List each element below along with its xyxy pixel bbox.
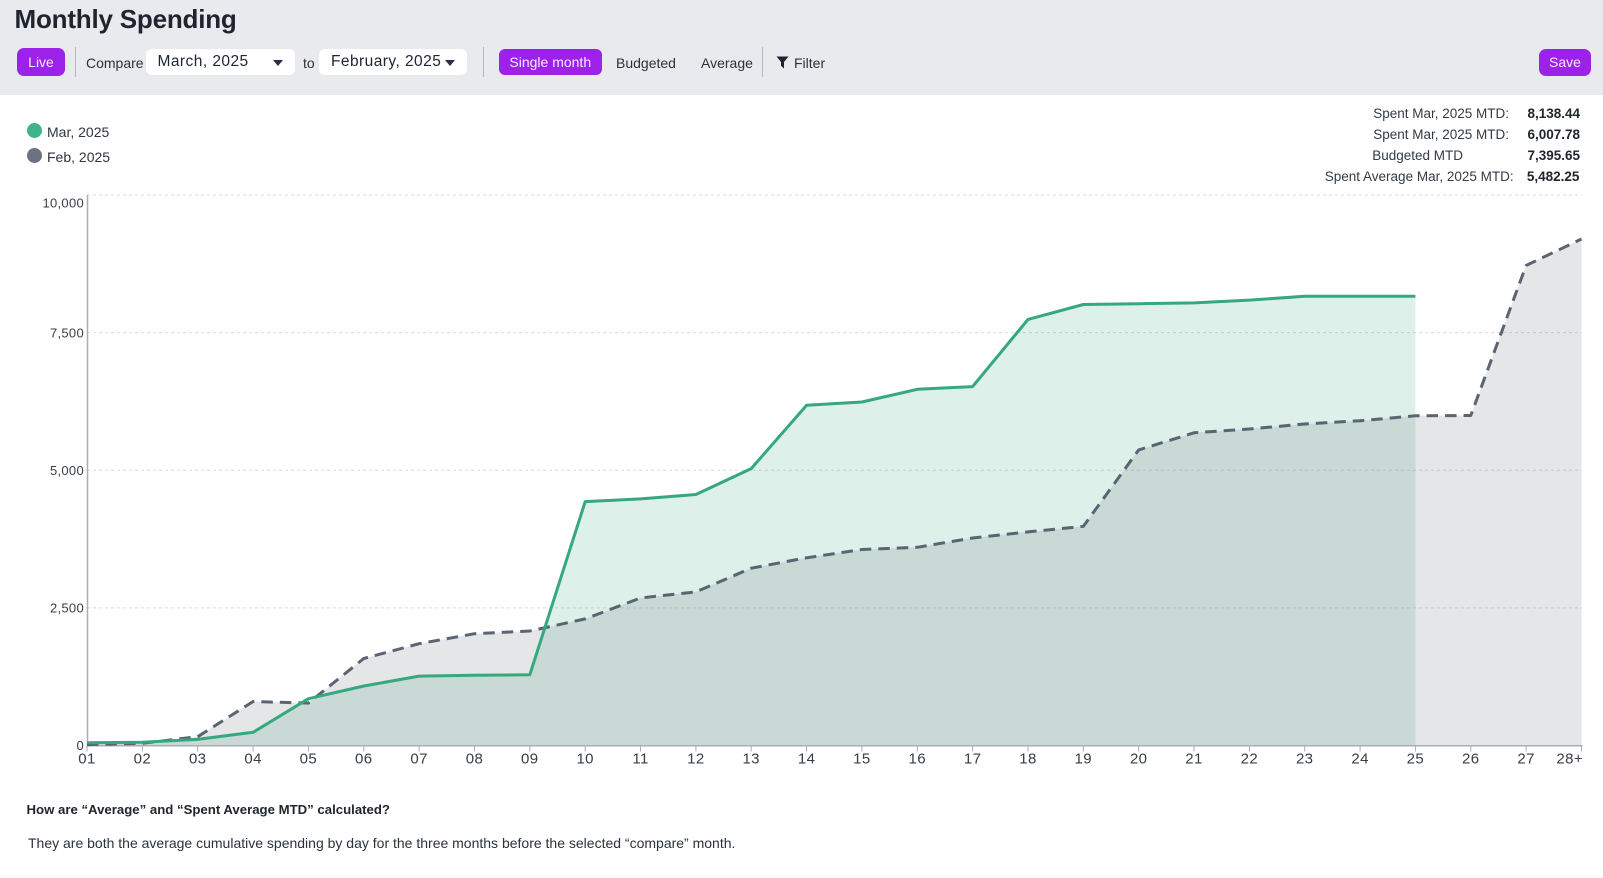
svg-text:19: 19 [1075,751,1093,768]
svg-text:17: 17 [964,751,982,768]
svg-text:0: 0 [76,738,84,753]
svg-text:24: 24 [1351,751,1369,768]
svg-text:25: 25 [1407,751,1425,768]
svg-text:05: 05 [300,751,318,768]
svg-text:07: 07 [410,751,428,768]
svg-text:02: 02 [134,751,152,768]
svg-text:03: 03 [189,751,207,768]
svg-text:23: 23 [1296,751,1314,768]
svg-text:10,000: 10,000 [42,196,84,211]
svg-text:20: 20 [1130,751,1148,768]
svg-text:15: 15 [853,751,871,768]
svg-text:10: 10 [576,751,594,768]
svg-text:14: 14 [798,751,816,768]
svg-text:08: 08 [466,751,484,768]
svg-text:16: 16 [909,751,927,768]
svg-text:11: 11 [632,751,648,768]
svg-text:12: 12 [687,751,705,768]
svg-text:27: 27 [1517,751,1535,768]
svg-text:5,000: 5,000 [50,463,84,478]
svg-text:13: 13 [742,751,760,768]
svg-text:18: 18 [1019,751,1037,768]
svg-text:26: 26 [1462,751,1480,768]
svg-text:06: 06 [355,751,373,768]
svg-text:7,500: 7,500 [50,325,84,340]
svg-text:09: 09 [521,751,539,768]
svg-text:22: 22 [1241,751,1259,768]
svg-text:28+: 28+ [1556,751,1583,768]
svg-text:21: 21 [1185,751,1203,768]
svg-text:04: 04 [244,751,262,768]
svg-text:2,500: 2,500 [50,601,84,616]
